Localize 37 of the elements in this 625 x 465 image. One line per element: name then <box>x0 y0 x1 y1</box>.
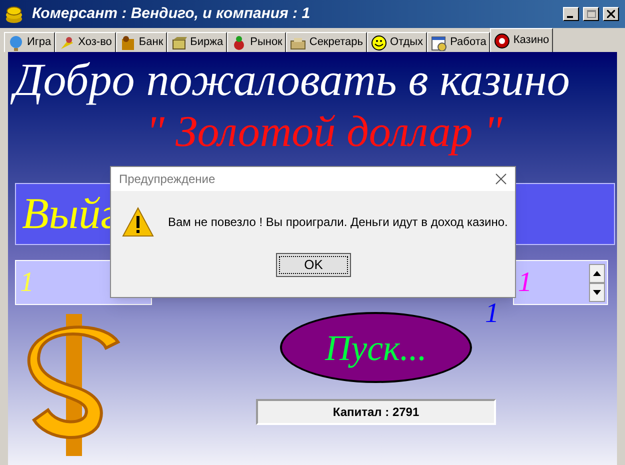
casino-name: " Золотой доллар " <box>146 106 502 158</box>
maximize-icon <box>586 10 596 18</box>
spin-up-button[interactable] <box>589 264 605 282</box>
window-title: Комерсант : Вендиго, и компания : 1 <box>32 4 312 24</box>
tab[interactable]: Банк <box>116 32 168 52</box>
down-arrow-icon <box>593 290 601 294</box>
spin-down-button[interactable] <box>589 282 605 302</box>
dialog-title: Предупреждение <box>119 171 216 188</box>
coins-icon <box>4 4 24 24</box>
warning-icon <box>122 207 154 237</box>
tab[interactable]: Работа <box>427 32 490 52</box>
capital-display: Капитал : 2791 <box>256 399 496 425</box>
close-icon[interactable] <box>495 173 507 185</box>
number-value: 1 <box>518 266 532 300</box>
tab[interactable]: Игра <box>4 32 56 52</box>
tab[interactable]: Секретарь <box>286 32 367 52</box>
dialog-message: Вам не повезло ! Вы проиграли. Деньги идут в доход казино. <box>168 214 508 231</box>
multiplier-text: 1 <box>485 300 499 328</box>
box-icon <box>171 34 188 50</box>
up-arrow-icon <box>593 270 601 276</box>
calendar-icon <box>431 34 448 50</box>
tab[interactable]: Хоз-во <box>55 32 116 52</box>
close-button[interactable] <box>603 7 619 21</box>
globe-icon <box>8 34 24 50</box>
tab[interactable]: Казино <box>490 28 554 52</box>
close-icon <box>607 10 615 18</box>
start-button[interactable]: Пуск... <box>280 312 472 383</box>
tab[interactable]: Отдых <box>367 32 428 52</box>
roulette-icon <box>494 32 510 48</box>
smiley-icon <box>371 34 387 50</box>
bet-value: 1 <box>20 266 34 300</box>
tab[interactable]: Биржа <box>167 32 228 52</box>
minimize-button[interactable] <box>563 7 579 21</box>
ok-button[interactable]: OK <box>276 253 351 277</box>
minimize-icon <box>567 16 575 18</box>
maximize-button[interactable] <box>583 7 599 21</box>
tab[interactable]: Рынок <box>227 32 286 52</box>
